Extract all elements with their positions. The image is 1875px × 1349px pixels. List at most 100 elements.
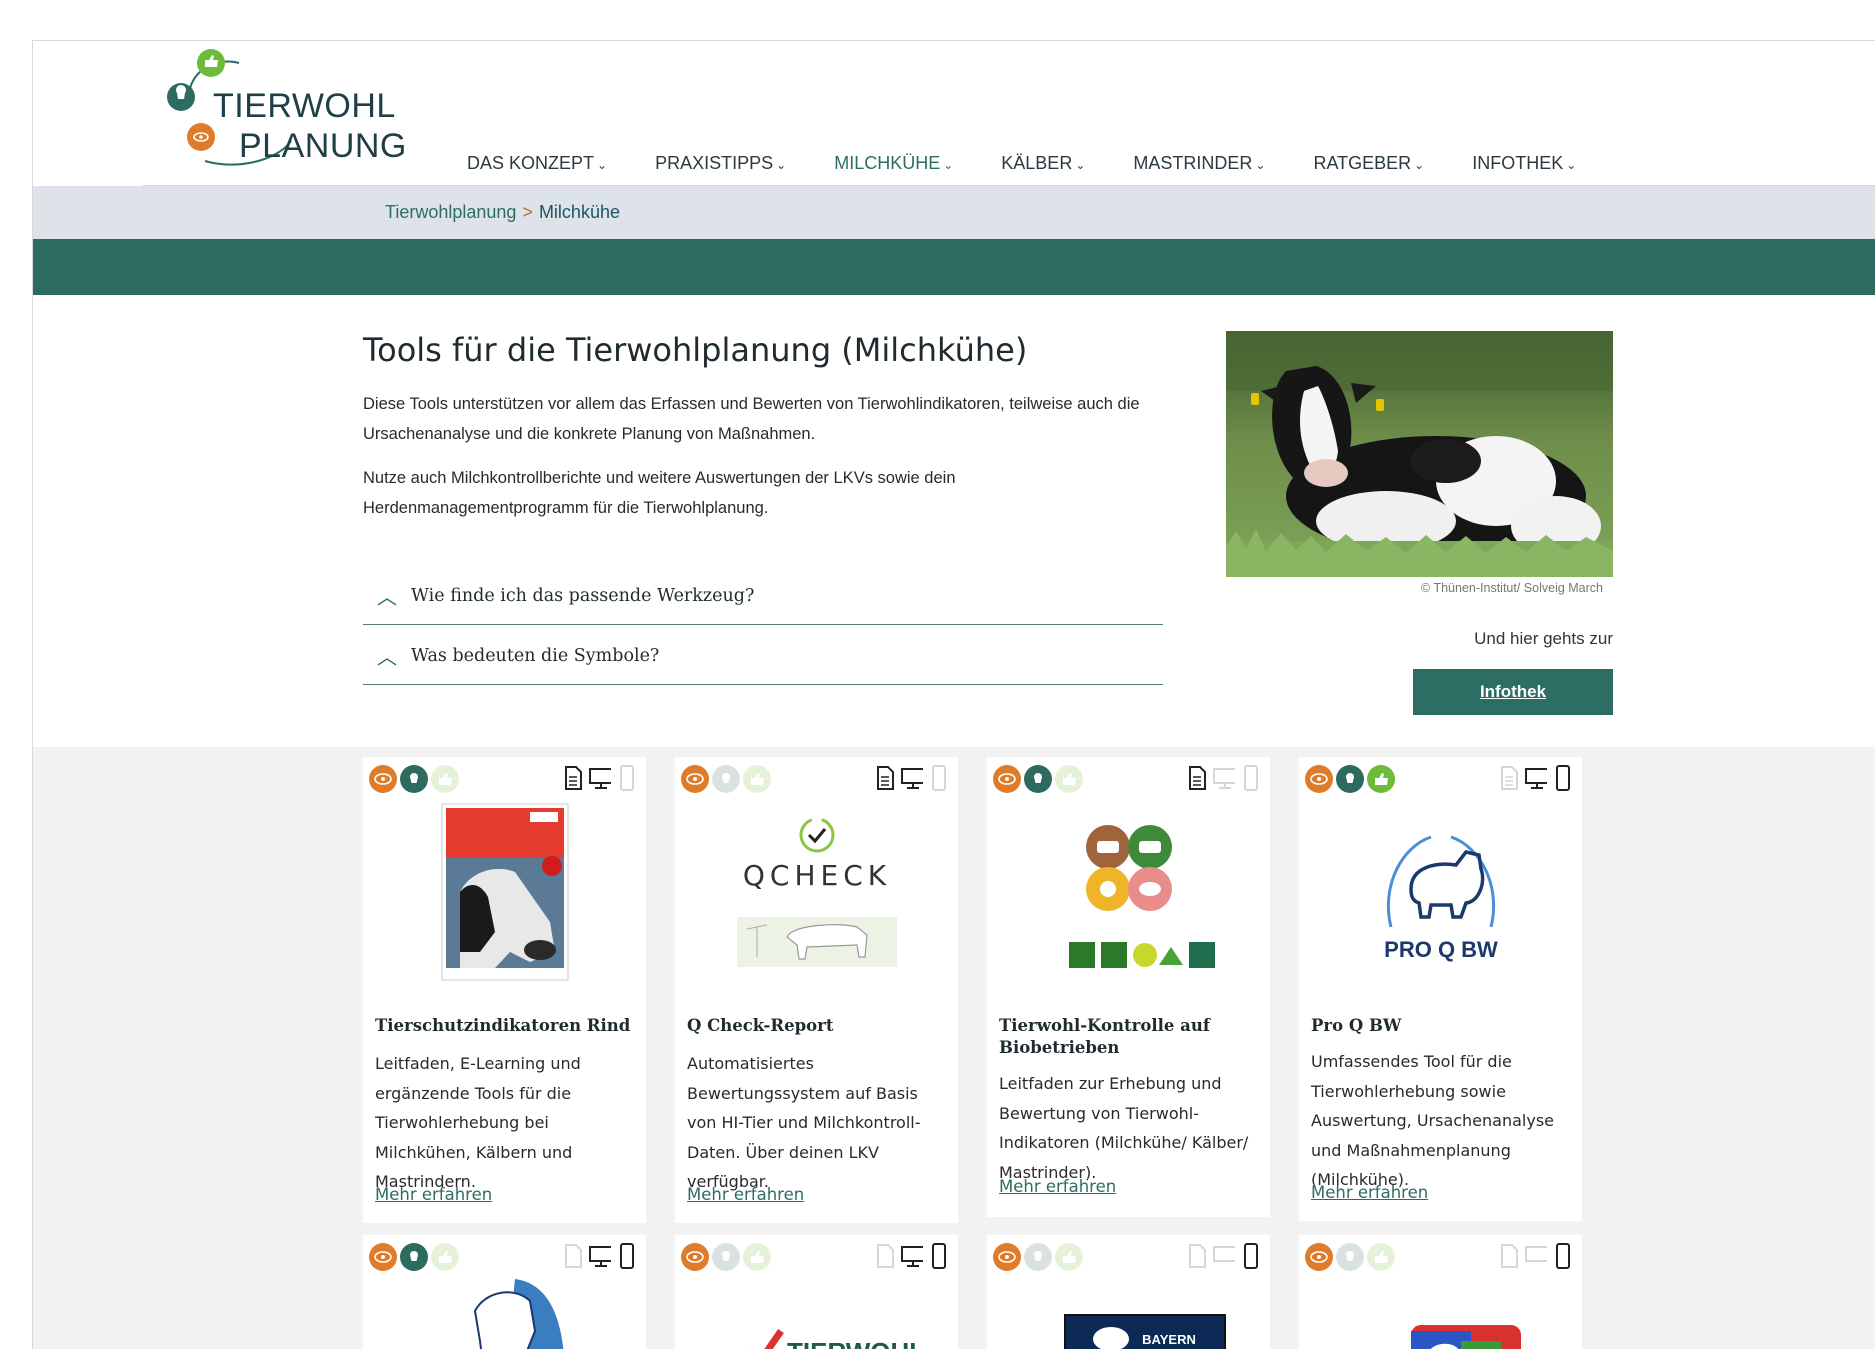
document-icon [562, 765, 584, 791]
document-icon [1498, 765, 1520, 791]
mehr-erfahren-link[interactable]: Mehr erfahren [999, 1177, 1116, 1196]
chevron-down-icon: ⌄ [1255, 158, 1266, 172]
ktbl-booklet-thumbnail [373, 797, 636, 987]
lightbulb-icon [400, 1243, 428, 1271]
document-icon [562, 1243, 584, 1269]
symbol-icons [369, 765, 459, 795]
mehr-erfahren-link[interactable]: Mehr erfahren [375, 1185, 492, 1204]
tool-card-proq-bw[interactable]: PRO Q BW Pro Q BW Umfassendes Tool für d… [1299, 757, 1582, 1221]
symbol-icons [681, 765, 771, 795]
thumbs-up-icon [743, 765, 771, 793]
nav-label: MILCHKÜHE [834, 153, 941, 173]
mobile-icon [928, 1243, 950, 1269]
eye-icon [681, 765, 709, 793]
device-icons [562, 765, 638, 795]
tool-card-qcheck[interactable]: QCHECK Q Check-Report Automatisiertes Be… [675, 757, 958, 1223]
device-icons [1186, 765, 1262, 795]
symbol-icons [1305, 1243, 1395, 1273]
chevron-down-icon: ⌄ [1566, 158, 1577, 172]
desktop-icon [901, 765, 923, 791]
mehr-erfahren-link[interactable]: Mehr erfahren [1311, 1183, 1428, 1202]
green-banner [33, 239, 1875, 295]
mobile-icon [1552, 765, 1574, 791]
document-icon [874, 765, 896, 791]
device-icons [874, 765, 950, 795]
nav-label: DAS KONZEPT [467, 153, 595, 173]
eye-icon [369, 765, 397, 793]
lkv-bayern-thumbnail: BAYERN [997, 1271, 1260, 1349]
thumbs-up-icon [431, 765, 459, 793]
photo-credit: © Thünen-Institut/ Solveig March [1421, 581, 1603, 595]
logo-text-line1: TIERWOHL [213, 87, 396, 125]
svg-text:QCHECK: QCHECK [742, 859, 890, 892]
thumbs-up-icon [743, 1243, 771, 1271]
tool-card-row2-1[interactable] [363, 1235, 646, 1349]
mobile-icon [1552, 1243, 1574, 1269]
accordion-find-tool[interactable]: ︿ Wie finde ich das passende Werkzeug? [363, 567, 1163, 625]
lightbulb-icon [1024, 765, 1052, 793]
breadcrumb-current[interactable]: Milchkühe [539, 202, 620, 222]
tool-card-tierschutzindikatoren[interactable]: Tierschutzindikatoren Rind Leitfaden, E-… [363, 757, 646, 1223]
tool-card-row2-2[interactable]: TIERWOHL [675, 1235, 958, 1349]
tool-card-biobetriebe[interactable]: Tierwohl-Kontrolle auf Biobetrieben Leit… [987, 757, 1270, 1217]
infothek-prompt: Und hier gehts zur [1474, 629, 1613, 648]
infothek-button[interactable]: Infothek [1413, 669, 1613, 715]
card-description: Leitfaden zur Erhebung und Bewertung von… [999, 1074, 1249, 1182]
intro-paragraph-1: Diese Tools unterstützen vor allem das E… [363, 395, 1140, 443]
desktop-icon [1213, 1243, 1235, 1269]
card-description: Leitfaden, E-Learning und ergänzende Too… [375, 1054, 581, 1191]
qcheck-thumbnail: QCHECK [685, 797, 948, 987]
tierwohl-check-thumbnail: TIERWOHL [685, 1271, 948, 1349]
bio-logos-thumbnail [997, 797, 1260, 987]
symbol-icons [1305, 765, 1395, 795]
thumbs-up-icon [1367, 1243, 1395, 1271]
accordion-label: Was bedeuten die Symbole? [411, 645, 660, 666]
card-title: Pro Q BW [1311, 1016, 1402, 1035]
accordion-symbols[interactable]: ︿ Was bedeuten die Symbole? [363, 627, 1163, 685]
lightbulb-icon [1024, 1243, 1052, 1271]
device-icons [1186, 1243, 1262, 1273]
mobile-icon [1240, 1243, 1262, 1269]
chevron-down-icon: ⌄ [597, 158, 608, 172]
desktop-icon [589, 765, 611, 791]
mobile-icon [616, 765, 638, 791]
eye-icon [993, 1243, 1021, 1271]
lightbulb-icon [712, 1243, 740, 1271]
breadcrumb: Tierwohlplanung > Milchkühe [385, 202, 620, 223]
cow-photo [1226, 331, 1613, 577]
svg-text:PRO Q BW: PRO Q BW [1384, 937, 1498, 962]
mehr-erfahren-link[interactable]: Mehr erfahren [687, 1185, 804, 1204]
card-description: Umfassendes Tool für die Tierwohlerhebun… [1311, 1052, 1555, 1189]
chevron-down-icon: ⌄ [1075, 158, 1086, 172]
document-icon [1498, 1243, 1520, 1269]
nav-label: INFOTHEK [1472, 153, 1564, 173]
device-icons [1498, 765, 1574, 795]
page-title: Tools für die Tierwohlplanung (Milchkühe… [363, 331, 1028, 369]
tool-card-row2-3[interactable]: BAYERN [987, 1235, 1270, 1349]
desktop-icon [1525, 1243, 1547, 1269]
tool-card-row2-4[interactable] [1299, 1235, 1582, 1349]
eye-icon [993, 765, 1021, 793]
site-logo[interactable]: TIERWOHL PLANUNG [159, 49, 406, 169]
eye-icon [1305, 1243, 1333, 1271]
breadcrumb-root-link[interactable]: Tierwohlplanung [385, 202, 516, 222]
card-description: Automatisiertes Bewertungssystem auf Bas… [687, 1054, 921, 1191]
symbol-icons [993, 765, 1083, 795]
svg-text:BAYERN: BAYERN [1142, 1332, 1196, 1347]
accordion-label: Wie finde ich das passende Werkzeug? [411, 585, 755, 606]
svg-text:TIERWOHL: TIERWOHL [787, 1337, 925, 1349]
symbol-icons [993, 1243, 1083, 1273]
symbol-icons [681, 1243, 771, 1273]
eye-icon [1305, 765, 1333, 793]
desktop-icon [1525, 765, 1547, 791]
thumbs-up-icon [1055, 1243, 1083, 1271]
intro-paragraph-2: Nutze auch Milchkontrollberichte und wei… [363, 469, 956, 517]
flag-cow-thumbnail [1309, 1271, 1572, 1349]
chevron-down-icon: ⌄ [943, 158, 954, 172]
thumbs-up-icon [1367, 765, 1395, 793]
lightbulb-icon [1336, 765, 1364, 793]
nav-label: KÄLBER [1001, 153, 1073, 173]
breadcrumb-bar: Tierwohlplanung > Milchkühe [33, 186, 1875, 239]
desktop-icon [589, 1243, 611, 1269]
card-title: Tierwohl-Kontrolle auf Biobetrieben [999, 1016, 1210, 1057]
